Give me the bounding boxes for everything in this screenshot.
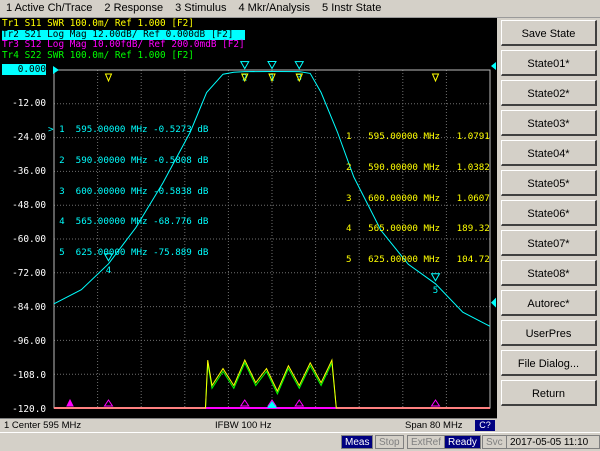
softkey-panel: Save State State01* State02* State03* St… xyxy=(498,18,600,432)
marker-triangle-s21 xyxy=(267,60,277,70)
marker-row-s21-5: 5 625.00000 MHz -75.889 dB xyxy=(48,246,209,258)
marker-row-swr-1: 1 595.00000 MHz 1.0791 xyxy=(346,131,490,143)
softkey-save-state[interactable]: Save State xyxy=(501,20,597,46)
marker-table-swr: 1 595.00000 MHz 1.0791 2 590.00000 MHz 1… xyxy=(346,112,490,285)
marker-row-swr-4: 4 565.00000 MHz 189.32 xyxy=(346,223,490,235)
span[interactable]: Span 80 MHz xyxy=(405,420,463,431)
softkey-state02[interactable]: State02* xyxy=(501,80,597,106)
marker-label-s21: 5 xyxy=(433,286,438,296)
marker-row-swr-2: 2 590.00000 MHz 1.0382 xyxy=(346,162,490,174)
stop-indicator: Stop xyxy=(375,435,404,449)
trace-line-tr3[interactable]: Tr3 S12 Log Mag 10.00fdB/ Ref 200.0mdB [… xyxy=(2,39,245,51)
softkey-state07[interactable]: State07* xyxy=(501,230,597,256)
y-label-1: -12.00 xyxy=(12,98,46,109)
softkey-state06[interactable]: State06* xyxy=(501,200,597,226)
marker-triangle-s21 xyxy=(294,61,305,70)
marker-row-s21-3: 3 600.00000 MHz -0.5838 dB xyxy=(48,185,209,197)
menu-response[interactable]: 2 Response xyxy=(98,0,169,17)
y-label-8: -96.00 xyxy=(12,336,46,347)
y-label-10: -120.0 xyxy=(12,404,46,415)
marker-row-s21-1: > 1 595.00000 MHz -0.5273 dB xyxy=(48,124,209,136)
marker-triangle-s11 xyxy=(431,73,440,83)
trace-line-tr1[interactable]: Tr1 S11 SWR 100.0m/ Ref 1.000 [F2] xyxy=(2,18,245,30)
channel-status-bar: 1 Center 595 MHz IFBW 100 Hz Span 80 MHz… xyxy=(0,418,497,433)
menu-active-ch-trace[interactable]: 1 Active Ch/Trace xyxy=(0,0,98,17)
trace-line-tr4[interactable]: Tr4 S22 SWR 100.0m/ Ref 1.000 [F2] xyxy=(2,50,245,62)
softkey-return[interactable]: Return xyxy=(501,380,597,406)
y-label-3: -36.00 xyxy=(12,166,46,177)
meas-indicator: Meas xyxy=(341,435,374,449)
softkey-file-dialog[interactable]: File Dialog... xyxy=(501,350,597,376)
softkey-userpres[interactable]: UserPres xyxy=(501,320,597,346)
marker-row-swr-5: 5 625.00000 MHz 104.72 xyxy=(346,253,490,265)
y-label-4: -48.00 xyxy=(12,200,46,211)
marker-triangle-s21 xyxy=(239,61,250,70)
y-label-6: -72.00 xyxy=(12,268,46,279)
ifbw[interactable]: IFBW 100 Hz xyxy=(215,420,272,431)
marker-triangle-s11 xyxy=(104,73,113,83)
marker-triangle-s12 xyxy=(294,399,305,407)
datetime: 2017-05-05 11:10 xyxy=(506,435,600,449)
softkey-state05[interactable]: State05* xyxy=(501,170,597,196)
y-label-0: 0.000 xyxy=(2,64,46,75)
marker-table-s21: > 1 595.00000 MHz -0.5273 dB 2 590.00000… xyxy=(48,105,208,278)
ref-arrow-right xyxy=(491,297,496,308)
marker-triangle-s12 xyxy=(430,399,441,407)
softkey-autorec[interactable]: Autorec* xyxy=(501,290,597,316)
extref-indicator: ExtRef xyxy=(407,435,446,449)
ref-level-arrow xyxy=(53,66,59,74)
instrument-status-bar: Meas Stop ExtRef Ready Svc 2017-05-05 11… xyxy=(0,432,600,451)
marker-triangle-s12 xyxy=(103,399,114,407)
channel-badge: C? xyxy=(475,420,495,431)
menu-mkr-analysis[interactable]: 4 Mkr/Analysis xyxy=(232,0,316,17)
y-label-5: -60.00 xyxy=(12,234,46,245)
ready-indicator: Ready xyxy=(444,435,481,449)
marker-row-s21-4: 4 565.00000 MHz -68.776 dB xyxy=(48,216,209,228)
stimulus-start-marker xyxy=(66,398,74,407)
softkey-state01[interactable]: State01* xyxy=(501,50,597,76)
softkey-state04[interactable]: State04* xyxy=(501,140,597,166)
softkey-state08[interactable]: State08* xyxy=(501,260,597,286)
marker-triangle-s12 xyxy=(239,399,250,407)
measurement-screen: 12345 Tr1 S11 SWR 100.0m/ Ref 1.000 [F2]… xyxy=(0,18,497,418)
center-frequency[interactable]: 1 Center 595 MHz xyxy=(4,420,81,431)
menu-instr-state[interactable]: 5 Instr State xyxy=(316,0,387,17)
y-label-2: -24.00 xyxy=(12,132,46,143)
menu-stimulus[interactable]: 3 Stimulus xyxy=(169,0,232,17)
ref-level-arrow-right xyxy=(491,62,496,70)
marker-row-s21-2: 2 590.00000 MHz -0.5808 dB xyxy=(48,155,209,167)
marker-row-swr-3: 3 600.00000 MHz 1.0607 xyxy=(346,192,490,204)
svc-indicator: Svc xyxy=(482,435,507,449)
softkey-state03[interactable]: State03* xyxy=(501,110,597,136)
menu-bar: 1 Active Ch/Trace 2 Response 3 Stimulus … xyxy=(0,0,600,18)
trace-header: Tr1 S11 SWR 100.0m/ Ref 1.000 [F2] Tr2 S… xyxy=(2,18,245,62)
y-label-9: -108.0 xyxy=(12,370,46,381)
y-label-7: -84.00 xyxy=(12,302,46,313)
